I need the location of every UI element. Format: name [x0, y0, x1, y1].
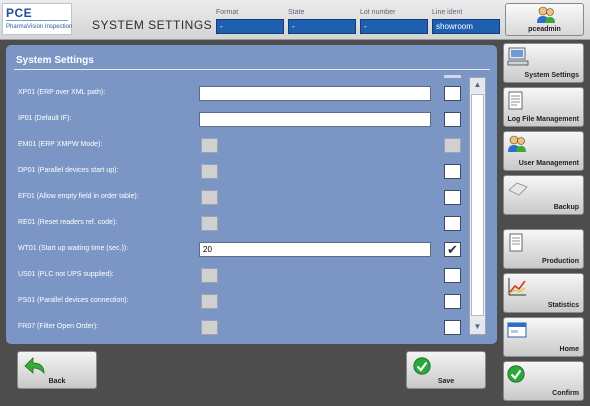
setting-checkbox[interactable]: [444, 112, 461, 127]
sidebar-label: Backup: [553, 204, 579, 211]
company-logo: PCE PharmaVision Inspection: [2, 3, 72, 35]
top-header: PCE PharmaVision Inspection SYSTEM SETTI…: [0, 0, 590, 40]
user-name: pceadmin: [528, 26, 561, 33]
setting-row: US01 (PLC not UPS supplied):: [6, 263, 476, 289]
setting-label: EM01 (ERP XMPW Mode):: [18, 141, 103, 148]
sidebar-item-log-file-management[interactable]: Log File Management: [503, 87, 584, 127]
scroll-thumb[interactable]: [471, 94, 484, 316]
setting-value-checkbox[interactable]: [201, 216, 218, 231]
page-title: SYSTEM SETTINGS: [92, 18, 213, 32]
setting-text-input[interactable]: [199, 86, 431, 101]
settings-list: XP01 (ERP over XML path): IP01 (Default …: [6, 81, 476, 341]
setting-row: PS01 (Parallel devices connection):: [6, 289, 476, 315]
state-value: -: [288, 19, 356, 34]
setting-value-checkbox[interactable]: [201, 320, 218, 335]
setting-row: EM01 (ERP XMPW Mode):: [6, 133, 476, 159]
setting-value-checkbox[interactable]: [201, 268, 218, 283]
checkbox-column-header: [444, 75, 461, 78]
setting-checkbox: [444, 138, 461, 153]
sidebar-label: Production: [542, 258, 579, 265]
sidebar-item-confirm[interactable]: Confirm: [503, 361, 584, 401]
settings-scrollbar[interactable]: ▲ ▼: [469, 77, 486, 335]
setting-value-checkbox[interactable]: [201, 138, 218, 153]
computer-icon: [507, 47, 529, 72]
setting-value-checkbox[interactable]: [201, 164, 218, 179]
setting-label: IP01 (Default IF):: [18, 115, 72, 122]
lot-number-value: -: [360, 19, 428, 34]
setting-row: WT01 (Start up waiting time (sec.)): ✔: [6, 237, 476, 263]
setting-checkbox[interactable]: [444, 86, 461, 101]
logo-sub-text: PharmaVision Inspection: [6, 24, 73, 30]
sidebar-item-user-management[interactable]: User Management: [503, 131, 584, 171]
user-button[interactable]: pceadmin: [505, 3, 584, 36]
setting-row: DP01 (Parallel devices start up):: [6, 159, 476, 185]
checkmark-icon: ✔: [447, 242, 458, 257]
sidebar-item-production[interactable]: Production: [503, 229, 584, 269]
setting-row: XP01 (ERP over XML path):: [6, 81, 476, 107]
sidebar-item-system-settings[interactable]: System Settings: [503, 43, 584, 83]
setting-row: EF01 (Allow empty field in order table):: [6, 185, 476, 211]
setting-label: XP01 (ERP over XML path):: [18, 89, 106, 96]
scroll-up-arrow-icon[interactable]: ▲: [470, 78, 485, 92]
sidebar-item-backup[interactable]: Backup: [503, 175, 584, 215]
logo-main-text: PCE: [6, 6, 33, 20]
setting-text-input[interactable]: [199, 112, 431, 127]
line-ident-field: Line ident showroom: [432, 8, 500, 34]
save-label: Save: [437, 378, 455, 385]
setting-checkbox[interactable]: [444, 164, 461, 179]
setting-text-input[interactable]: [199, 242, 431, 257]
sidebar-label: User Management: [518, 160, 579, 167]
document-icon: [507, 233, 525, 258]
setting-label: PS01 (Parallel devices connection):: [18, 297, 129, 304]
users-icon: [507, 135, 527, 158]
sidebar-label: Statistics: [547, 302, 579, 309]
setting-checkbox[interactable]: [444, 294, 461, 309]
setting-checkbox[interactable]: [444, 268, 461, 283]
setting-row: IP01 (Default IF):: [6, 107, 476, 133]
save-button[interactable]: Save: [406, 351, 486, 389]
sidebar-item-statistics[interactable]: Statistics: [503, 273, 584, 313]
setting-label: DP01 (Parallel devices start up):: [18, 167, 119, 174]
setting-row: FR07 (Filter Open Order):: [6, 315, 476, 341]
format-value: -: [216, 19, 284, 34]
checkmark-icon: [507, 365, 525, 388]
setting-label: RE01 (Reset readers ref. code):: [18, 219, 118, 226]
system-settings-panel: System Settings XP01 (ERP over XML path)…: [6, 45, 497, 344]
eraser-icon: [507, 179, 529, 202]
setting-checkbox[interactable]: [444, 190, 461, 205]
line-ident-label: Line ident: [432, 9, 463, 16]
state-field: State -: [288, 8, 356, 34]
panel-divider: [14, 69, 490, 70]
format-label: Format: [216, 9, 239, 16]
document-icon: [507, 91, 525, 116]
line-ident-value: showroom: [432, 19, 500, 34]
sidebar-label: Log File Management: [507, 116, 579, 123]
setting-label: WT01 (Start up waiting time (sec.)):: [18, 245, 129, 252]
panel-title: System Settings: [16, 55, 94, 66]
format-field: Format -: [216, 8, 284, 34]
setting-value-checkbox[interactable]: [201, 190, 218, 205]
chart-icon: [507, 277, 527, 302]
state-label: State: [288, 9, 305, 16]
checkmark-icon: [413, 357, 431, 380]
back-label: Back: [48, 378, 66, 385]
sidebar-label: System Settings: [524, 72, 579, 79]
setting-label: FR07 (Filter Open Order):: [18, 323, 99, 330]
sidebar-label: Confirm: [552, 390, 579, 397]
setting-label: EF01 (Allow empty field in order table):: [18, 193, 139, 200]
lot-number-field: Lot number -: [360, 8, 428, 34]
lot-number-label: Lot number: [360, 9, 396, 16]
setting-label: US01 (PLC not UPS supplied):: [18, 271, 114, 278]
window-icon: [507, 321, 527, 344]
back-button[interactable]: Back: [17, 351, 97, 389]
setting-checkbox[interactable]: [444, 216, 461, 231]
sidebar-label: Home: [559, 346, 579, 353]
scroll-down-arrow-icon[interactable]: ▼: [470, 320, 485, 334]
setting-value-checkbox[interactable]: [201, 294, 218, 309]
setting-checkbox[interactable]: [444, 320, 461, 335]
setting-checkbox[interactable]: ✔: [444, 242, 461, 257]
back-arrow-icon: [24, 357, 46, 380]
sidebar-item-home[interactable]: Home: [503, 317, 584, 357]
setting-row: RE01 (Reset readers ref. code):: [6, 211, 476, 237]
